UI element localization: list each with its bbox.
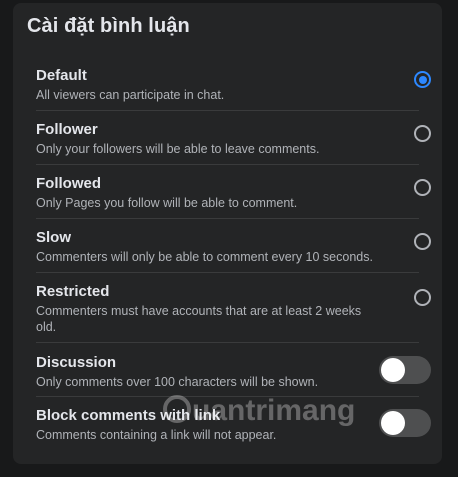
comment-settings-panel: Cài đặt bình luận Default All viewers ca… <box>13 3 442 464</box>
option-description: Only comments over 100 characters will b… <box>36 375 319 389</box>
followed-radio[interactable] <box>414 179 431 196</box>
option-description: Only your followers will be able to leav… <box>36 142 320 156</box>
option-restricted[interactable]: Restricted Commenters must have accounts… <box>36 273 431 343</box>
option-title: Block comments with link <box>36 407 221 424</box>
option-title: Discussion <box>36 354 117 371</box>
radio-dot <box>418 75 427 84</box>
toggle-knob <box>381 358 405 382</box>
option-default[interactable]: Default All viewers can participate in c… <box>36 61 431 111</box>
option-block-links[interactable]: Block comments with link Comments contai… <box>36 397 431 451</box>
option-description: Comments containing a link will not appe… <box>36 428 277 442</box>
option-title: Default <box>36 67 87 84</box>
option-title: Restricted <box>36 283 110 300</box>
toggle-knob <box>381 411 405 435</box>
slow-radio[interactable] <box>414 233 431 250</box>
option-slow[interactable]: Slow Commenters will only be able to com… <box>36 219 431 273</box>
comment-options-list: Default All viewers can participate in c… <box>36 61 431 451</box>
option-description: Commenters will only be able to comment … <box>36 250 373 264</box>
option-description: Only Pages you follow will be able to co… <box>36 196 298 210</box>
option-description: All viewers can participate in chat. <box>36 88 225 102</box>
option-title: Slow <box>36 229 72 246</box>
option-discussion[interactable]: Discussion Only comments over 100 charac… <box>36 343 431 397</box>
panel-title: Cài đặt bình luận <box>27 15 190 37</box>
block-links-toggle[interactable] <box>379 409 431 437</box>
follower-radio[interactable] <box>414 125 431 142</box>
option-followed[interactable]: Followed Only Pages you follow will be a… <box>36 165 431 219</box>
discussion-toggle[interactable] <box>379 356 431 384</box>
default-radio[interactable] <box>414 71 431 88</box>
option-title: Follower <box>36 121 98 138</box>
option-title: Followed <box>36 175 101 192</box>
restricted-radio[interactable] <box>414 289 431 306</box>
option-description: Commenters must have accounts that are a… <box>36 304 362 334</box>
option-follower[interactable]: Follower Only your followers will be abl… <box>36 111 431 165</box>
